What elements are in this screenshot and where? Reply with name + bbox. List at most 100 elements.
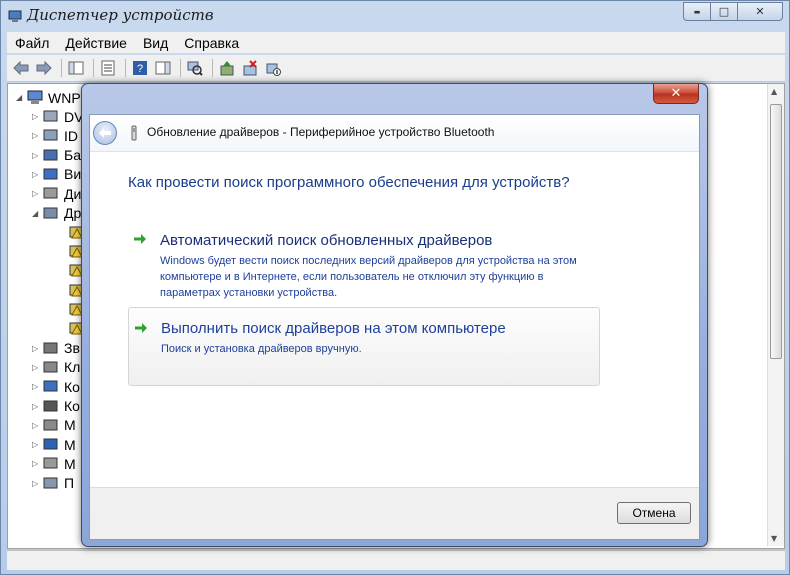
maximize-icon: □ [718, 5, 730, 18]
tree-item[interactable]: ▷ ID [32, 126, 78, 145]
expand-arrow-icon[interactable]: ▷ [32, 170, 42, 179]
dialog-footer: Отмена [90, 487, 699, 539]
expand-arrow-icon[interactable]: ▷ [32, 189, 42, 198]
option-browse-computer[interactable]: Выполнить поиск драйверов на этом компью… [128, 307, 600, 386]
menu-bar: Файл Действие Вид Справка [7, 32, 785, 54]
tree-item[interactable]: ▷ Ко [32, 377, 80, 396]
ports-icon [43, 477, 58, 489]
sound-icon [43, 342, 58, 354]
dialog-content: Обновление драйверов - Периферийное устр… [89, 114, 700, 540]
option-auto-search[interactable]: Автоматический поиск обновленных драйвер… [128, 224, 600, 304]
dialog-header: Обновление драйверов - Периферийное устр… [90, 115, 699, 152]
tree-item[interactable]: ▷ Ба [32, 146, 81, 165]
expand-arrow-icon[interactable]: ▷ [32, 363, 42, 372]
tree-item[interactable]: ▷ Ко [32, 397, 80, 416]
update-driver-icon [220, 61, 234, 76]
display-adapter-icon [43, 168, 58, 180]
minimize-button[interactable]: ▬ [683, 2, 710, 21]
tree-item-label: Др [64, 205, 82, 221]
expand-arrow-icon[interactable]: ▷ [32, 382, 42, 391]
tree-item[interactable]: ▷ Кл [32, 358, 80, 377]
uninstall-icon [243, 60, 257, 76]
menu-action[interactable]: Действие [57, 35, 135, 51]
expand-arrow-icon[interactable]: ▷ [32, 151, 42, 160]
other-devices-icon [43, 207, 58, 218]
close-button[interactable]: ✕ [737, 2, 783, 21]
mouse-icon [43, 457, 58, 469]
expand-arrow-icon[interactable]: ◢ [16, 93, 26, 102]
device-manager-icon [8, 10, 22, 22]
expand-arrow-icon[interactable]: ▷ [32, 344, 42, 353]
scan-hardware-button[interactable] [185, 58, 205, 78]
menu-file[interactable]: Файл [7, 35, 57, 51]
tree-item[interactable]: ▷ М [32, 454, 76, 473]
expand-arrow-icon[interactable]: ▷ [32, 402, 42, 411]
tree-item[interactable]: ▷ Ди [32, 184, 81, 203]
menu-view[interactable]: Вид [135, 35, 176, 51]
tree-item-label: Ди [64, 185, 82, 202]
help-button[interactable]: ? [130, 58, 150, 78]
properties-icon [101, 60, 115, 76]
expand-arrow-icon[interactable]: ▷ [32, 112, 42, 121]
expand-arrow-icon[interactable]: ◢ [32, 209, 42, 218]
update-driver-dialog: ✕ Обновление драйверов - Периферийное ус… [81, 83, 708, 547]
expand-arrow-icon[interactable]: ▷ [32, 131, 42, 140]
tree-item-label: М [64, 455, 76, 472]
tree-item-label: Ба [64, 147, 81, 164]
tree-item-label: П [64, 475, 75, 492]
tree-item[interactable]: ◢ Др [32, 204, 81, 223]
expand-arrow-icon[interactable]: ▷ [32, 459, 42, 468]
toolbar-separator [212, 59, 213, 77]
tree-item-label: М [64, 417, 76, 434]
forward-arrow-icon [36, 61, 52, 75]
tree-item[interactable]: ▷ Ви [32, 165, 81, 184]
scroll-down-icon[interactable]: ▼ [771, 534, 777, 543]
vertical-scrollbar[interactable]: ▲ ▼ [767, 84, 784, 546]
menu-help[interactable]: Справка [176, 35, 247, 51]
tree-item[interactable]: ▷ М [32, 416, 76, 435]
uninstall-button[interactable] [240, 58, 260, 78]
scroll-up-icon[interactable]: ▲ [771, 87, 777, 96]
monitor-icon [43, 438, 58, 450]
green-arrow-icon [135, 323, 147, 333]
tree-item[interactable]: ▷ М [32, 435, 76, 454]
close-icon: ✕ [670, 86, 682, 101]
toolbar: ? [7, 55, 785, 82]
cancel-button[interactable]: Отмена [617, 502, 691, 524]
properties-button[interactable] [98, 58, 118, 78]
tree-item[interactable]: ▷ Зв [32, 339, 80, 358]
maximize-button[interactable]: □ [710, 2, 737, 21]
window-title: Диспетчер устройств [27, 6, 214, 24]
expand-arrow-icon[interactable]: ▷ [32, 421, 42, 430]
scrollbar-thumb[interactable] [770, 104, 782, 359]
expand-arrow-icon[interactable]: ▷ [32, 440, 42, 449]
window-controls: ▬ □ ✕ [683, 2, 783, 21]
back-button[interactable] [11, 58, 31, 78]
back-arrow-icon [13, 61, 29, 75]
option-auto-search-description: Windows будет вести поиск последних верс… [160, 255, 577, 299]
window-titlebar[interactable]: Диспетчер устройств ▬ □ ✕ [1, 1, 789, 31]
dialog-close-button[interactable]: ✕ [653, 84, 699, 104]
show-hide-console-tree-button[interactable] [66, 58, 86, 78]
ide-controller-icon [43, 129, 58, 141]
tree-item-label: Зв [64, 340, 80, 357]
tree-item-label: Ко [64, 378, 80, 395]
tree-item[interactable]: ▷ DV [32, 107, 83, 126]
dialog-back-button[interactable] [93, 121, 117, 145]
dialog-question: Как провести поиск программного обеспече… [128, 174, 570, 191]
disable-device-button[interactable] [263, 58, 283, 78]
action-pane-button[interactable] [153, 58, 173, 78]
expand-arrow-icon[interactable]: ▷ [32, 479, 42, 488]
tree-root[interactable]: ◢ WNP [16, 88, 81, 107]
tree-item[interactable]: ▷ П [32, 474, 74, 493]
minimize-icon: ▬ [693, 7, 701, 16]
dvd-drive-icon [43, 110, 58, 122]
keyboard-icon [43, 361, 58, 373]
usb-controller-icon [43, 400, 58, 411]
svg-text:?: ? [137, 63, 143, 75]
forward-button[interactable] [34, 58, 54, 78]
help-icon: ? [133, 61, 147, 75]
update-driver-button[interactable] [217, 58, 237, 78]
toolbar-separator [125, 59, 126, 77]
computer-icon [27, 90, 43, 104]
